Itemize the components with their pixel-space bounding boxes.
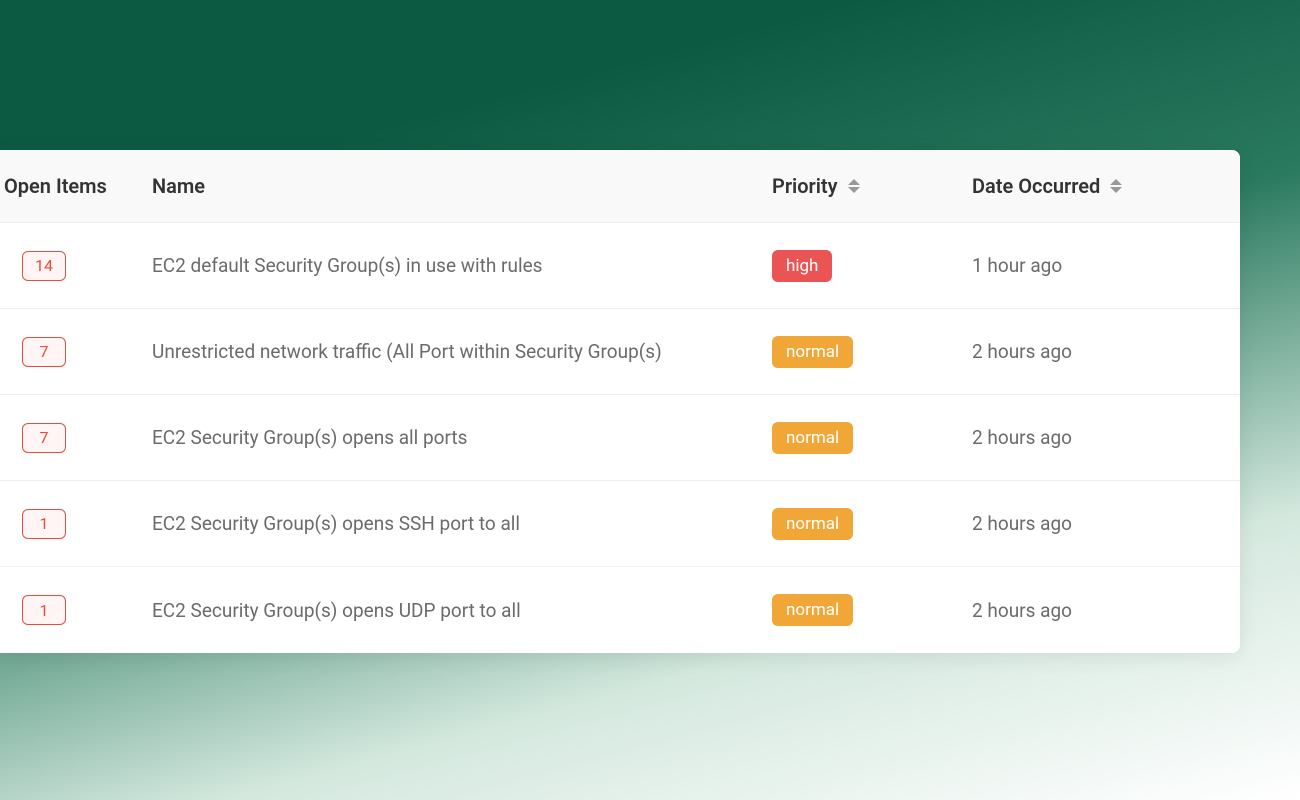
issue-name[interactable]: EC2 Security Group(s) opens SSH port to … — [152, 512, 520, 535]
table-row[interactable]: 1 EC2 Security Group(s) opens UDP port to… — [0, 567, 1240, 653]
priority-badge: normal — [772, 336, 853, 368]
table-row[interactable]: 14 EC2 default Security Group(s) in use w… — [0, 223, 1240, 309]
column-header-date-occurred[interactable]: Date Occurred — [960, 150, 1240, 222]
cell-name: Unrestricted network traffic (All Port w… — [140, 316, 760, 387]
date-occurred: 2 hours ago — [972, 599, 1072, 622]
table-row[interactable]: 1 EC2 Security Group(s) opens SSH port to… — [0, 481, 1240, 567]
cell-open-items: 1 — [0, 485, 140, 563]
cell-open-items: 1 — [0, 571, 140, 649]
cell-priority: normal — [760, 398, 960, 478]
priority-badge: high — [772, 250, 832, 282]
cell-name: EC2 Security Group(s) opens all ports — [140, 402, 760, 473]
column-header-name[interactable]: Name — [140, 150, 760, 222]
header-label-open-items: Open Items — [4, 174, 107, 198]
cell-priority: high — [760, 226, 960, 306]
cell-open-items: 14 — [0, 227, 140, 305]
cell-date-occurred: 2 hours ago — [960, 575, 1240, 646]
open-items-count-badge[interactable]: 1 — [22, 509, 66, 539]
priority-badge: normal — [772, 594, 853, 626]
cell-date-occurred: 2 hours ago — [960, 402, 1240, 473]
date-occurred: 1 hour ago — [972, 254, 1062, 277]
issue-name[interactable]: EC2 Security Group(s) opens all ports — [152, 426, 467, 449]
sort-icon[interactable] — [1110, 179, 1122, 193]
open-items-count-badge[interactable]: 14 — [22, 251, 66, 281]
cell-date-occurred: 2 hours ago — [960, 316, 1240, 387]
table-header-row: Open Items Name Priority Date Occurred — [0, 150, 1240, 223]
priority-badge: normal — [772, 422, 853, 454]
open-items-count-badge[interactable]: 1 — [22, 595, 66, 625]
sort-down-icon — [848, 187, 860, 193]
header-label-priority: Priority — [772, 174, 838, 198]
cell-name: EC2 Security Group(s) opens SSH port to … — [140, 488, 760, 559]
open-items-count-badge[interactable]: 7 — [22, 337, 66, 367]
header-label-date-occurred: Date Occurred — [972, 174, 1100, 198]
sort-down-icon — [1110, 187, 1122, 193]
cell-date-occurred: 1 hour ago — [960, 230, 1240, 301]
table-row[interactable]: 7 Unrestricted network traffic (All Port … — [0, 309, 1240, 395]
date-occurred: 2 hours ago — [972, 426, 1072, 449]
date-occurred: 2 hours ago — [972, 512, 1072, 535]
cell-priority: normal — [760, 570, 960, 650]
sort-up-icon — [848, 179, 860, 185]
open-items-count-badge[interactable]: 7 — [22, 423, 66, 453]
sort-icon[interactable] — [848, 179, 860, 193]
table-body: 14 EC2 default Security Group(s) in use w… — [0, 223, 1240, 653]
column-header-open-items[interactable]: Open Items — [0, 150, 140, 222]
issue-name[interactable]: EC2 Security Group(s) opens UDP port to … — [152, 599, 521, 622]
table-row[interactable]: 7 EC2 Security Group(s) opens all ports no… — [0, 395, 1240, 481]
cell-name: EC2 default Security Group(s) in use wit… — [140, 230, 760, 301]
sort-up-icon — [1110, 179, 1122, 185]
priority-badge: normal — [772, 508, 853, 540]
issue-name[interactable]: Unrestricted network traffic (All Port w… — [152, 340, 662, 363]
cell-date-occurred: 2 hours ago — [960, 488, 1240, 559]
header-label-name: Name — [152, 174, 205, 198]
security-issues-table: Open Items Name Priority Date Occurred 1… — [0, 150, 1240, 653]
cell-priority: normal — [760, 312, 960, 392]
cell-open-items: 7 — [0, 399, 140, 477]
cell-priority: normal — [760, 484, 960, 564]
cell-open-items: 7 — [0, 313, 140, 391]
cell-name: EC2 Security Group(s) opens UDP port to … — [140, 575, 760, 646]
column-header-priority[interactable]: Priority — [760, 150, 960, 222]
date-occurred: 2 hours ago — [972, 340, 1072, 363]
issue-name[interactable]: EC2 default Security Group(s) in use wit… — [152, 254, 542, 277]
